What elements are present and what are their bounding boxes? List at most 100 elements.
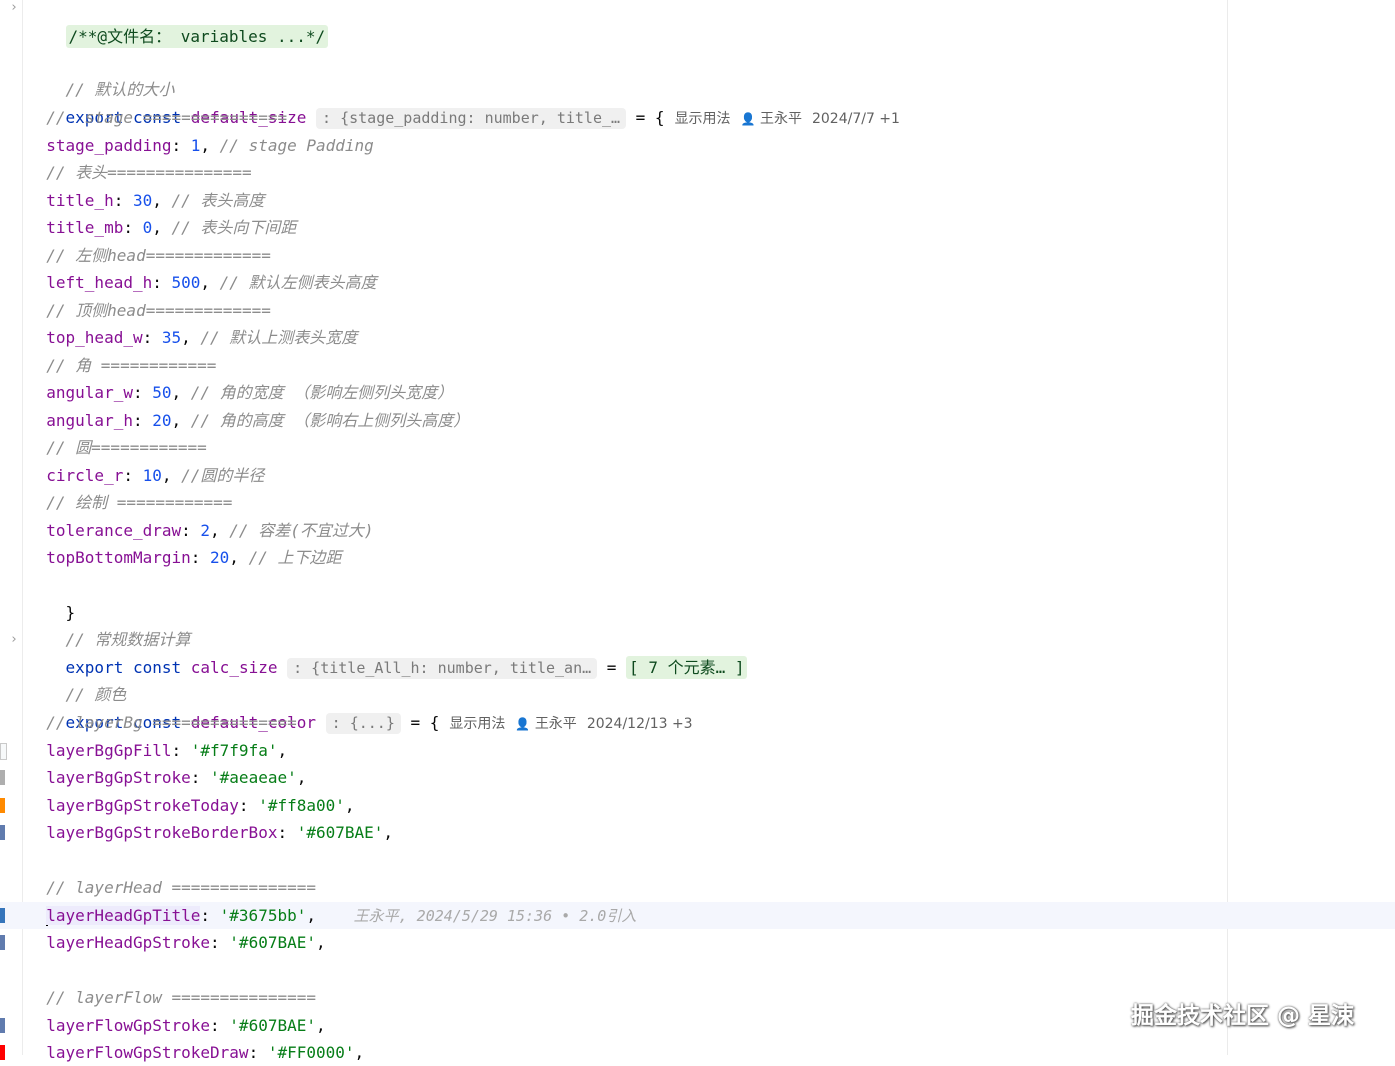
color-swatch-icon[interactable]	[0, 742, 7, 760]
code-line[interactable]: // 顶侧head=============	[27, 297, 271, 324]
code-line[interactable]: }	[27, 572, 76, 622]
code-line[interactable]: layerBgGpStrokeToday: '#ff8a00',	[27, 792, 364, 819]
code-line[interactable]: left_head_h: 500, // 默认左侧表头高度	[27, 269, 376, 296]
code-line[interactable]: layerFlowGpStrokeDraw: '#FF0000',	[27, 1039, 374, 1066]
color-swatch-icon[interactable]	[0, 797, 5, 813]
inline-blame[interactable]: 王永平, 2024/5/29 15:36 • 2.0引入	[354, 907, 637, 925]
watermark: 掘金技术社区 @ 星涑	[1131, 1003, 1355, 1029]
operator: =	[597, 658, 627, 677]
property-value: '#607BAE'	[229, 1015, 316, 1035]
property-value: 0	[142, 218, 153, 237]
property-key: circle_r	[46, 465, 124, 485]
code-line[interactable]: topBottomMargin: 20, // 上下边距	[27, 544, 341, 571]
fold-toggle-icon[interactable]: ›	[10, 0, 18, 15]
header-comment[interactable]: /**@文件名： variables ...*/	[65, 25, 329, 48]
code-line[interactable]: // 表头===============	[27, 159, 251, 186]
code-line[interactable]: circle_r: 10, //圆的半径	[27, 462, 264, 489]
code-line[interactable]: export const default_color : {...} = {显示…	[27, 682, 693, 734]
code-line[interactable]: layerFlowGpStroke: '#607BAE',	[27, 1012, 335, 1039]
property-value: '#aeaeae'	[210, 768, 297, 787]
type-inlay-hint[interactable]: : {stage_padding: number, title_…	[316, 108, 627, 129]
usages-link[interactable]: 显示用法	[449, 716, 505, 732]
author-blame[interactable]: 👤 王永平	[515, 716, 576, 732]
code-line[interactable]: angular_w: 50, // 角的宽度 （影响左侧列头宽度）	[27, 379, 453, 406]
code-line[interactable]: // 常规数据计算	[27, 599, 191, 649]
color-swatch-icon[interactable]	[0, 1045, 5, 1060]
code-line[interactable]: // 颜色	[27, 654, 127, 704]
property-value: 20	[210, 548, 230, 567]
property-value: '#607BAE'	[229, 933, 316, 952]
comment: // 角 ============	[46, 355, 217, 375]
code-line[interactable]: angular_h: 20, // 角的高度 （影响右上侧列头高度）	[27, 407, 469, 434]
author-name: 王永平	[534, 716, 577, 732]
code-line[interactable]: title_mb: 0, // 表头向下间距	[27, 214, 296, 241]
property-key: layerBgGpStrokeToday	[46, 795, 239, 815]
property-value: '#3675bb'	[219, 905, 307, 925]
comment: // 容差(不宜过大)	[229, 520, 374, 540]
code-line[interactable]: /**@文件名： variables ...*/	[27, 0, 329, 48]
code-line[interactable]: layerHeadGpTitle: '#3675bb', 王永平, 2024/5…	[27, 902, 636, 929]
operator: = {	[400, 713, 440, 732]
code-line[interactable]: layerHeadGpStroke: '#607BAE',	[27, 929, 335, 956]
comment: // 顶侧head=============	[46, 300, 271, 320]
fold-toggle-icon[interactable]: ›	[10, 632, 18, 647]
type-inlay-hint[interactable]: : {...}	[325, 713, 401, 734]
code-line[interactable]: title_h: 30, // 表头高度	[27, 187, 264, 214]
identifier: calc_size	[190, 658, 278, 677]
code-line[interactable]: // 圆============	[27, 434, 207, 461]
code-line[interactable]: // 绘制 ============	[27, 489, 232, 516]
comment: // 角的宽度 （影响左侧列头宽度）	[190, 383, 454, 402]
property-value: 2	[200, 520, 211, 540]
code-line[interactable]: // 默认的大小	[27, 49, 175, 99]
code-line[interactable]: // layerBg ===============	[27, 709, 296, 736]
color-swatch-icon[interactable]	[0, 825, 5, 840]
code-line[interactable]: layerBgGpFill: '#f7f9fa',	[27, 737, 297, 764]
property-key: top_head_w	[46, 328, 143, 347]
author-name: 王永平	[759, 111, 802, 127]
code-line[interactable]: // layerFlow ===============	[27, 984, 316, 1011]
type-inlay-hint[interactable]: : {title_All_h: number, title_an…	[287, 658, 598, 679]
code-line[interactable]: tolerance_draw: 2, // 容差(不宜过大)	[27, 517, 373, 544]
code-line[interactable]: // 角 ============	[27, 352, 216, 379]
property-key: title_h	[46, 190, 114, 210]
code-line[interactable]: export const calc_size : {title_All_h: n…	[27, 627, 748, 679]
property-value: 50	[152, 383, 172, 402]
comment: // 表头向下间距	[171, 218, 297, 237]
comment: // stage Padding	[219, 135, 374, 155]
operator: = {	[626, 108, 665, 127]
gutter-divider	[22, 0, 23, 1055]
comment: //圆的半径	[181, 465, 265, 485]
property-key: stage_padding	[46, 135, 172, 155]
folded-region[interactable]: [ 7 个元素… ]	[626, 656, 748, 679]
author-blame[interactable]: 👤 王永平	[741, 111, 802, 127]
property-value: '#607BAE'	[296, 823, 384, 842]
code-line[interactable]: layerBgGpStrokeBorderBox: '#607BAE',	[27, 819, 403, 846]
commit-date[interactable]: 2024/7/7 +1	[812, 111, 900, 127]
property-key: layerBgGpFill	[46, 740, 172, 760]
property-key: layerBgGpStroke	[46, 768, 191, 787]
code-line[interactable]: // 左侧head=============	[27, 242, 271, 269]
color-swatch-icon[interactable]	[0, 907, 5, 923]
right-margin-guide	[1227, 0, 1228, 1055]
comment: // 圆============	[46, 438, 207, 457]
comment: // layerFlow ===============	[46, 988, 316, 1007]
code-line[interactable]: layerBgGpStroke: '#aeaeae',	[27, 764, 316, 791]
property-key: layerHeadGpStroke	[46, 933, 211, 952]
property-value: 20	[152, 410, 172, 430]
code-line[interactable]: top_head_w: 35, // 默认上测表头宽度	[27, 324, 357, 351]
property-key: topBottomMargin	[46, 548, 191, 567]
property-key: angular_h	[46, 410, 133, 430]
code-line[interactable]: export const default_size : {stage_paddi…	[27, 77, 900, 129]
code-line[interactable]: stage_padding: 1, // stage Padding	[27, 132, 374, 159]
code-line[interactable]: // layerHead ===============	[27, 874, 316, 901]
usages-link[interactable]: 显示用法	[675, 111, 731, 127]
color-swatch-icon[interactable]	[0, 770, 5, 785]
property-key: tolerance_draw	[46, 520, 182, 540]
comment: // stage ===============	[46, 108, 288, 127]
color-swatch-icon[interactable]	[0, 1017, 5, 1033]
comment: // 上下边距	[248, 548, 342, 567]
property-value: 500	[171, 273, 201, 292]
commit-date[interactable]: 2024/12/13 +3	[587, 716, 693, 732]
color-swatch-icon[interactable]	[0, 935, 5, 950]
code-line[interactable]: // stage ===============	[27, 104, 287, 131]
